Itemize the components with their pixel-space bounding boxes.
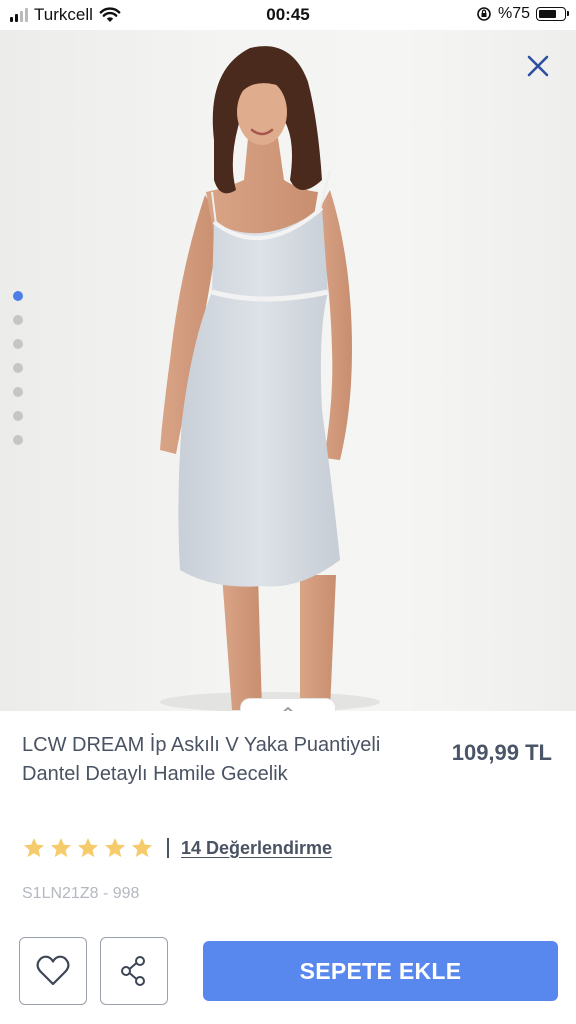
- star-icon: [51, 838, 71, 857]
- star-icon: [132, 838, 152, 857]
- gallery-dot[interactable]: [13, 291, 23, 301]
- orientation-lock-icon: [477, 7, 491, 21]
- star-icon: [78, 838, 98, 857]
- share-icon: [121, 956, 145, 986]
- gallery-dot[interactable]: [13, 363, 23, 373]
- gallery-dot[interactable]: [13, 435, 23, 445]
- product-sku: S1LN21Z8 - 998: [22, 885, 140, 902]
- status-right: %75: [476, 5, 569, 23]
- add-to-cart-button[interactable]: SEPETE EKLE: [203, 941, 558, 1001]
- collapse-toggle[interactable]: [240, 698, 336, 711]
- product-image[interactable]: [0, 30, 576, 711]
- star-icon: [105, 838, 125, 857]
- rating-row: 14 Değerlendirme: [22, 836, 332, 860]
- battery-fill: [539, 10, 557, 18]
- chevron-up-icon: [282, 706, 294, 711]
- gallery-dot[interactable]: [13, 339, 23, 349]
- close-icon[interactable]: [524, 52, 552, 80]
- battery-icon: [536, 7, 569, 21]
- gallery-dot[interactable]: [13, 315, 23, 325]
- star-rating: [22, 836, 154, 860]
- gallery-pagination[interactable]: [13, 291, 23, 445]
- battery-percentage: %75: [497, 5, 530, 22]
- rating-divider: [167, 838, 169, 858]
- favorite-button[interactable]: [19, 937, 87, 1005]
- status-bar: Turkcell 00:45 %75: [0, 0, 576, 30]
- star-icon: [24, 838, 44, 857]
- product-price: 109,99 TL: [451, 740, 552, 765]
- product-title: LCW DREAM İp Askılı V Yaka Puantiyeli Da…: [22, 734, 381, 785]
- gallery-dot[interactable]: [13, 411, 23, 421]
- heart-icon: [36, 955, 70, 986]
- share-button[interactable]: [100, 937, 168, 1005]
- reviews-link[interactable]: 14 Değerlendirme: [181, 838, 332, 859]
- gallery-dot[interactable]: [13, 387, 23, 397]
- model-photo: [160, 46, 380, 711]
